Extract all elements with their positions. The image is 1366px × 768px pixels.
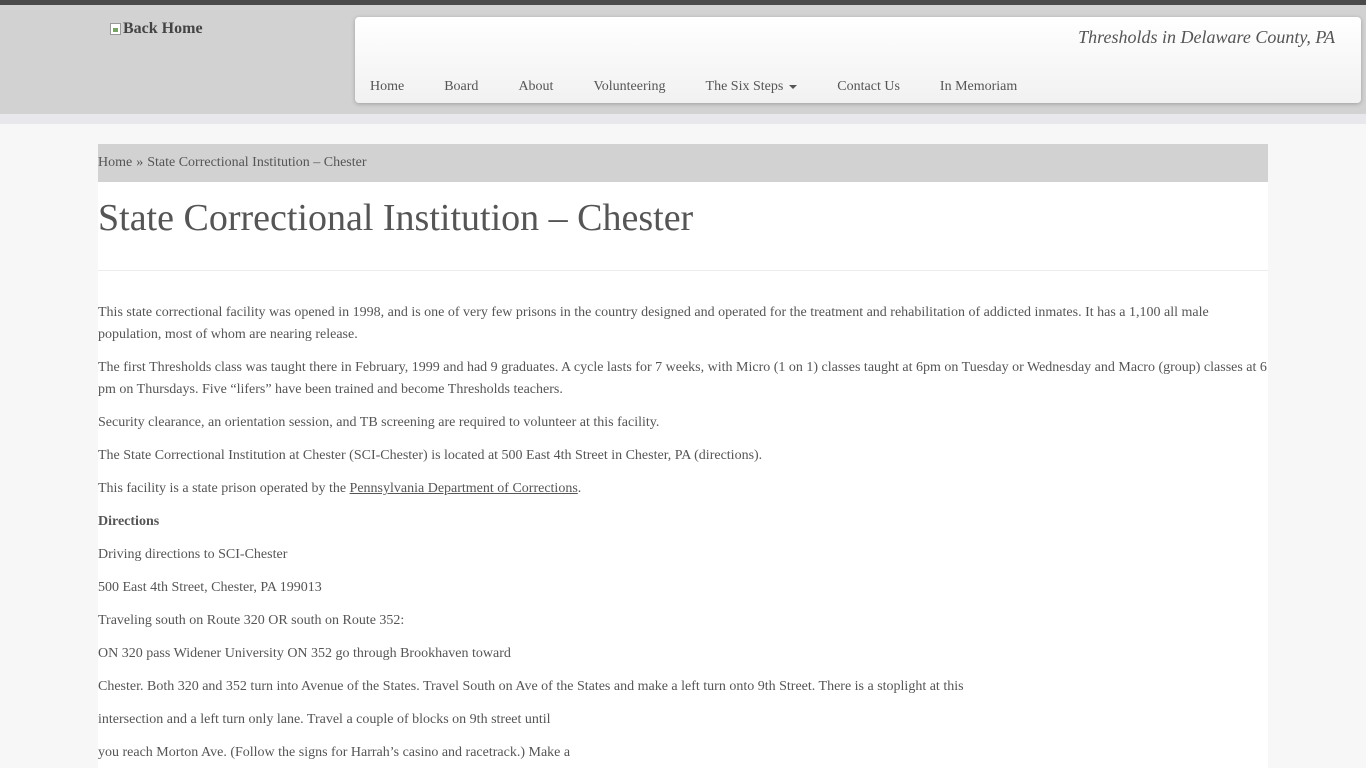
site-tagline: Thresholds in Delaware County, PA	[1078, 27, 1335, 47]
paragraph-intro: This state correctional facility was ope…	[98, 305, 1209, 342]
breadcrumb-current: State Correctional Institution – Chester	[147, 155, 367, 170]
directions-line-5: Chester. Both 320 and 352 turn into Aven…	[98, 679, 964, 694]
paragraph-location: The State Correctional Institution at Ch…	[98, 448, 763, 463]
menu-item-contact-us[interactable]: Contact Us	[817, 77, 920, 97]
directions-line-3: Traveling south on Route 320 OR south on…	[98, 613, 405, 628]
operator-prefix: This facility is a state prison operated…	[98, 481, 350, 496]
directions-line-4: ON 320 pass Widener University ON 352 go…	[98, 646, 511, 661]
directions-line-2: 500 East 4th Street, Chester, PA 199013	[98, 580, 322, 595]
page-title: State Correctional Institution – Chester	[98, 182, 1268, 271]
navbar: Thresholds in Delaware County, PA Home B…	[355, 17, 1361, 103]
directions-line-1: Driving directions to SCI-Chester	[98, 547, 288, 562]
directions-heading: Directions	[98, 514, 160, 529]
menu-item-board[interactable]: Board	[424, 77, 498, 97]
caret-down-icon	[789, 85, 798, 89]
header-separator	[0, 114, 1366, 124]
paragraph-requirements: Security clearance, an orientation sessi…	[98, 415, 660, 430]
main-content: Home » State Correctional Institution – …	[98, 144, 1268, 768]
menu-item-home[interactable]: Home	[355, 77, 424, 97]
paragraph-first-class: The first Thresholds class was taught th…	[98, 360, 1267, 397]
paragraph-operator: This facility is a state prison operated…	[98, 478, 1268, 500]
directions-line-7: you reach Morton Ave. (Follow the signs …	[98, 745, 571, 760]
pa-doc-link[interactable]: Pennsylvania Department of Corrections	[350, 481, 578, 496]
site-header: Back Home Thresholds in Delaware County,…	[0, 5, 1366, 114]
logo-link[interactable]: Back Home	[110, 20, 203, 38]
menu-item-volunteering[interactable]: Volunteering	[573, 77, 685, 97]
menu-item-six-steps[interactable]: The Six Steps	[686, 77, 818, 97]
broken-image-icon	[110, 23, 121, 35]
directions-line-6: intersection and a left turn only lane. …	[98, 712, 551, 727]
breadcrumb: Home » State Correctional Institution – …	[98, 144, 1268, 182]
main-menu: Home Board About Volunteering The Six St…	[355, 77, 1037, 97]
menu-item-about[interactable]: About	[498, 77, 573, 97]
article-body: This state correctional facility was ope…	[98, 271, 1268, 764]
operator-suffix: .	[577, 481, 582, 496]
menu-item-six-steps-label: The Six Steps	[705, 79, 784, 94]
breadcrumb-separator: »	[136, 155, 144, 170]
logo-alt-text: Back Home	[123, 20, 203, 37]
breadcrumb-home-link[interactable]: Home	[98, 155, 132, 171]
menu-item-in-memoriam[interactable]: In Memoriam	[920, 77, 1037, 97]
